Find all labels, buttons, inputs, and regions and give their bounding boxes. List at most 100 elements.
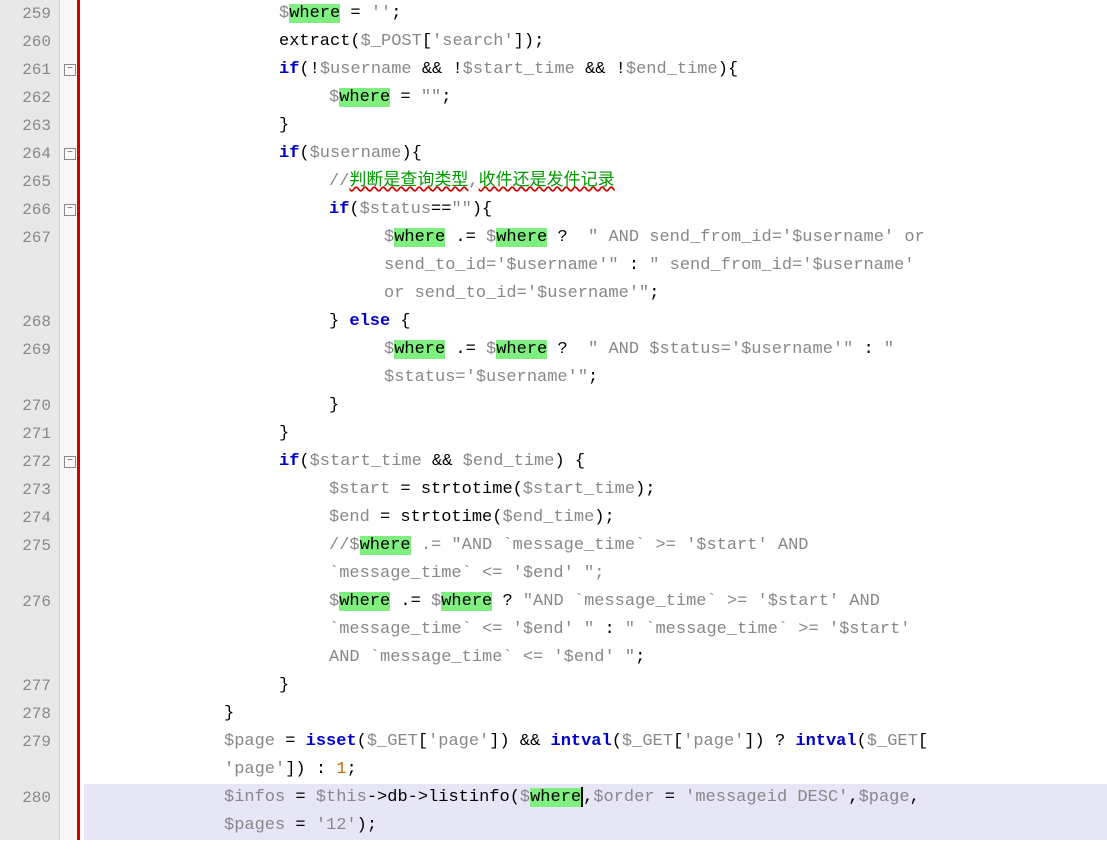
code-line[interactable]: 'page']) : 1; bbox=[84, 756, 1107, 784]
token-hl: where bbox=[394, 228, 445, 247]
code-line[interactable]: AND `message_time` <= '$end' "; bbox=[84, 644, 1107, 672]
token-paren: } bbox=[329, 312, 349, 331]
code-line[interactable]: } bbox=[84, 112, 1107, 140]
line-number bbox=[0, 364, 51, 392]
token-paren: [ bbox=[422, 32, 432, 51]
line-number: 262 bbox=[0, 84, 51, 112]
token-op: -> bbox=[408, 788, 428, 807]
code-line[interactable]: $infos = $this->db->listinfo($where,$ord… bbox=[84, 784, 1107, 812]
token-op: = bbox=[285, 788, 316, 807]
code-line[interactable]: $where = ''; bbox=[84, 0, 1107, 28]
token-str: 'search' bbox=[432, 32, 514, 51]
token-var: $_POST bbox=[361, 32, 422, 51]
token-paren: ]) bbox=[514, 32, 534, 51]
code-line[interactable]: $where .= $where ? " AND $status='$usern… bbox=[84, 336, 1107, 364]
token-var: $infos bbox=[224, 788, 285, 807]
token-var: $pages bbox=[224, 816, 285, 835]
code-line[interactable]: if($username){ bbox=[84, 140, 1107, 168]
code-editor[interactable]: 2592602612622632642652662672682692702712… bbox=[0, 0, 1107, 840]
token-op: = bbox=[390, 480, 421, 499]
token-paren: } bbox=[279, 424, 289, 443]
token-var: $start_time bbox=[523, 480, 635, 499]
token-str: `message_time` <= '$end' " bbox=[329, 620, 594, 639]
token-str: " send_from_id='$username' bbox=[649, 256, 914, 275]
code-line[interactable]: if(!$username && !$start_time && !$end_t… bbox=[84, 56, 1107, 84]
token-op: == bbox=[431, 200, 451, 219]
code-line[interactable]: or send_to_id='$username'"; bbox=[84, 280, 1107, 308]
token-paren: [ bbox=[418, 732, 428, 751]
line-number bbox=[0, 252, 51, 280]
token-kw: else bbox=[349, 312, 390, 331]
line-number: 274 bbox=[0, 504, 51, 532]
token-var: $start bbox=[329, 480, 390, 499]
code-line[interactable]: `message_time` <= '$end' " : " `message_… bbox=[84, 616, 1107, 644]
line-number bbox=[0, 644, 51, 672]
code-line[interactable]: } bbox=[84, 672, 1107, 700]
token-paren: ( bbox=[299, 452, 309, 471]
code-line[interactable]: $page = isset($_GET['page']) && intval($… bbox=[84, 728, 1107, 756]
code-line[interactable]: send_to_id='$username'" : " send_from_id… bbox=[84, 252, 1107, 280]
token-op: = bbox=[275, 732, 306, 751]
token-comment-cn: 判断是查询类型 bbox=[349, 172, 468, 191]
token-op: && bbox=[422, 452, 463, 471]
token-var: $ bbox=[431, 592, 441, 611]
token-op: : bbox=[853, 340, 884, 359]
token-paren: ( bbox=[492, 508, 502, 527]
fold-toggle[interactable]: − bbox=[64, 456, 76, 468]
code-line[interactable]: $where .= $where ? " AND send_from_id='$… bbox=[84, 224, 1107, 252]
token-hl: where bbox=[289, 4, 340, 23]
fold-toggle[interactable]: − bbox=[64, 148, 76, 160]
code-line[interactable]: //$where .= "AND `message_time` >= '$sta… bbox=[84, 532, 1107, 560]
token-str: "" bbox=[451, 200, 471, 219]
token-paren: ) bbox=[635, 480, 645, 499]
token-var: $ bbox=[349, 536, 359, 555]
fold-column[interactable]: − − − − bbox=[60, 0, 80, 840]
code-line[interactable]: $status='$username'"; bbox=[84, 364, 1107, 392]
code-line[interactable]: } bbox=[84, 700, 1107, 728]
token-var: $page bbox=[859, 788, 910, 807]
code-line[interactable]: $where .= $where ? "AND `message_time` >… bbox=[84, 588, 1107, 616]
token-paren: ){ bbox=[472, 200, 492, 219]
code-line[interactable]: extract($_POST['search']); bbox=[84, 28, 1107, 56]
line-number: 271 bbox=[0, 420, 51, 448]
code-line[interactable]: //判断是查询类型,收件还是发件记录 bbox=[84, 168, 1107, 196]
code-area[interactable]: $where = '';extract($_POST['search']);if… bbox=[80, 0, 1107, 840]
token-func: extract bbox=[279, 32, 350, 51]
token-paren: ) bbox=[594, 508, 604, 527]
code-line[interactable]: if($status==""){ bbox=[84, 196, 1107, 224]
fold-toggle[interactable]: − bbox=[64, 64, 76, 76]
token-str: " `message_time` >= '$start' bbox=[625, 620, 911, 639]
token-str: 'page' bbox=[224, 760, 285, 779]
token-paren: ) bbox=[357, 816, 367, 835]
fold-toggle[interactable]: − bbox=[64, 204, 76, 216]
token-op: ? bbox=[765, 732, 796, 751]
line-number: 264 bbox=[0, 140, 51, 168]
token-str: "AND `message_time` >= '$start' AND bbox=[523, 592, 880, 611]
token-str: '' bbox=[371, 4, 391, 23]
line-number: 276 bbox=[0, 588, 51, 616]
code-line[interactable]: $where = ""; bbox=[84, 84, 1107, 112]
code-line[interactable]: } bbox=[84, 392, 1107, 420]
token-kw: if bbox=[279, 144, 299, 163]
token-op: ; bbox=[346, 760, 356, 779]
line-number: 270 bbox=[0, 392, 51, 420]
line-number: 265 bbox=[0, 168, 51, 196]
line-number: 268 bbox=[0, 308, 51, 336]
token-op: ; bbox=[534, 32, 544, 51]
token-op: : bbox=[594, 620, 625, 639]
line-number bbox=[0, 280, 51, 308]
code-line[interactable]: $pages = '12'); bbox=[84, 812, 1107, 840]
code-line[interactable]: $start = strtotime($start_time); bbox=[84, 476, 1107, 504]
token-comment-slash: // bbox=[329, 536, 349, 555]
code-line[interactable]: } else { bbox=[84, 308, 1107, 336]
token-kw: isset bbox=[306, 732, 357, 751]
token-paren: ]) bbox=[489, 732, 509, 751]
code-line[interactable]: `message_time` <= '$end' "; bbox=[84, 560, 1107, 588]
line-number bbox=[0, 812, 51, 840]
code-line[interactable]: if($start_time && $end_time) { bbox=[84, 448, 1107, 476]
code-line[interactable]: } bbox=[84, 420, 1107, 448]
line-number: 277 bbox=[0, 672, 51, 700]
token-str: 'page' bbox=[428, 732, 489, 751]
code-line[interactable]: $end = strtotime($end_time); bbox=[84, 504, 1107, 532]
token-paren: ( bbox=[349, 200, 359, 219]
